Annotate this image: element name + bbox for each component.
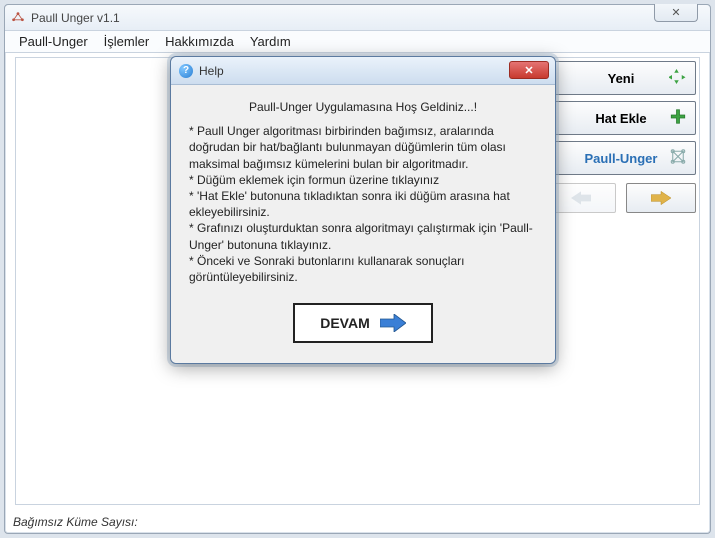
continue-button[interactable]: DEVAM (293, 303, 433, 343)
plus-icon (669, 108, 687, 129)
status-bar: Bağımsız Küme Sayısı: (13, 515, 138, 529)
dialog-close-button[interactable]: ✕ (509, 61, 549, 79)
continue-label: DEVAM (320, 315, 370, 331)
dialog-titlebar: ? Help ✕ (171, 57, 555, 85)
titlebar: Paull Unger v1.1 (5, 5, 710, 31)
arrow-left-icon (571, 190, 591, 206)
recycle-icon (669, 68, 687, 89)
hat-ekle-button[interactable]: Hat Ekle (546, 101, 696, 135)
app-icon (11, 11, 25, 25)
graph-icon (669, 148, 687, 169)
menu-yardim[interactable]: Yardım (250, 34, 291, 49)
dialog-body: Paull-Unger Uygulamasına Hoş Geldiniz...… (171, 85, 555, 363)
close-icon: ✕ (524, 64, 533, 77)
next-button[interactable] (626, 183, 696, 213)
yeni-button[interactable]: Yeni (546, 61, 696, 95)
paull-unger-label: Paull-Unger (585, 151, 658, 166)
dialog-text: * Paull Unger algoritması birbirinden ba… (189, 123, 537, 285)
prev-button[interactable] (546, 183, 616, 213)
hat-ekle-label: Hat Ekle (595, 111, 646, 126)
arrow-right-icon (651, 190, 671, 206)
dialog-welcome: Paull-Unger Uygulamasına Hoş Geldiniz...… (189, 99, 537, 115)
window-close-button[interactable]: ✕ (654, 4, 698, 22)
menubar: Paull-Unger İşlemler Hakkımızda Yardım (5, 31, 710, 53)
menu-islemler[interactable]: İşlemler (104, 34, 150, 49)
side-panel: Yeni Hat Ekle Paull-Unger (546, 61, 696, 213)
menu-hakkimizda[interactable]: Hakkımızda (165, 34, 234, 49)
yeni-label: Yeni (608, 71, 635, 86)
help-dialog: ? Help ✕ Paull-Unger Uygulamasına Hoş Ge… (170, 56, 556, 364)
nav-row (546, 183, 696, 213)
arrow-right-icon (380, 314, 406, 332)
window-title: Paull Unger v1.1 (31, 11, 120, 25)
close-icon: ✕ (671, 6, 680, 19)
menu-paull-unger[interactable]: Paull-Unger (19, 34, 88, 49)
dialog-title-text: Help (199, 64, 224, 78)
paull-unger-button[interactable]: Paull-Unger (546, 141, 696, 175)
help-icon: ? (179, 64, 193, 78)
